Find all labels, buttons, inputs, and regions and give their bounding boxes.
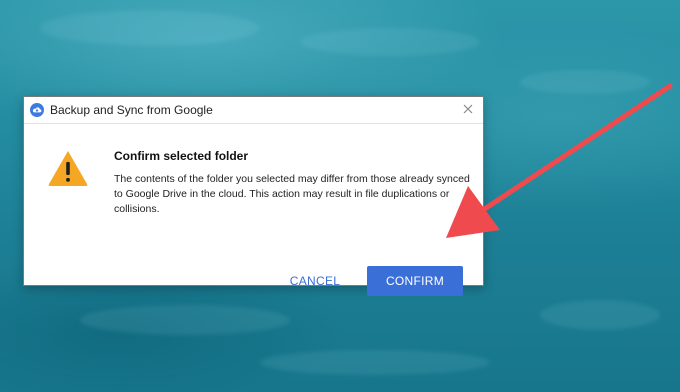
cancel-button[interactable]: CANCEL	[279, 266, 351, 296]
dialog-heading: Confirm selected folder	[114, 149, 249, 163]
confirm-button[interactable]: CONFIRM	[367, 266, 463, 296]
warning-triangle-icon	[46, 148, 90, 188]
dialog-titlebar: Backup and Sync from Google	[24, 97, 483, 124]
google-backup-and-sync-cloud-icon	[30, 103, 44, 117]
dialog-title: Backup and Sync from Google	[50, 103, 213, 117]
confirm-folder-dialog: Backup and Sync from Google Confirm sele…	[23, 96, 484, 296]
dialog-message: The contents of the folder you selected …	[114, 173, 470, 215]
close-icon[interactable]	[461, 102, 475, 116]
